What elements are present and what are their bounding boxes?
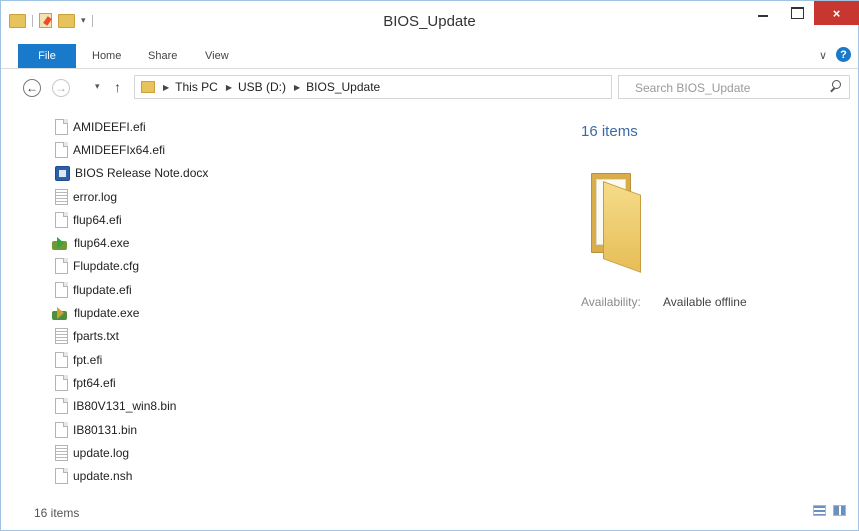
title-bar: ▾ BIOS_Update × bbox=[1, 1, 859, 41]
file-name: AMIDEEFI.efi bbox=[73, 119, 146, 134]
file-name: fpt64.efi bbox=[73, 375, 116, 390]
navigation-bar: ← → ▾ ↑ ▶ This PC ▶ USB (D:) ▶ BIOS_Upda… bbox=[1, 69, 858, 105]
file-item[interactable]: IB80131.bin bbox=[55, 418, 535, 441]
blank-file-icon bbox=[55, 374, 68, 391]
file-item[interactable]: error.log bbox=[55, 185, 535, 208]
address-bar[interactable]: ▶ This PC ▶ USB (D:) ▶ BIOS_Update ∨ ↻ bbox=[134, 75, 737, 99]
file-name: update.log bbox=[73, 445, 130, 460]
search-placeholder: Search BIOS_Update bbox=[635, 81, 751, 95]
file-item[interactable]: flupdate.exe bbox=[52, 301, 535, 324]
forward-button[interactable]: → bbox=[52, 79, 70, 97]
breadcrumb-this-pc[interactable]: This PC bbox=[175, 80, 218, 94]
blank-file-icon bbox=[55, 141, 68, 158]
minimize-button[interactable] bbox=[746, 1, 780, 25]
file-item[interactable]: AMIDEEFIx64.efi bbox=[55, 138, 535, 161]
blank-file-icon bbox=[55, 468, 68, 485]
blank-file-icon bbox=[55, 211, 68, 228]
file-item[interactable]: flupdate.efi bbox=[55, 278, 535, 301]
executable-icon bbox=[52, 306, 69, 321]
ribbon-tabs: File Home Share View ∨ ? bbox=[1, 41, 858, 69]
explorer-window: ▾ BIOS_Update × File Home Share View ∨ ?… bbox=[0, 0, 859, 531]
file-name: flupdate.exe bbox=[74, 306, 140, 321]
blank-file-icon bbox=[55, 351, 68, 368]
details-view-icon[interactable] bbox=[813, 505, 826, 516]
blank-file-icon bbox=[55, 398, 68, 415]
status-bar: 16 items bbox=[1, 499, 858, 530]
breadcrumb-separator-icon[interactable]: ▶ bbox=[294, 83, 300, 92]
details-item-count: 16 items bbox=[581, 123, 638, 140]
file-name: error.log bbox=[73, 189, 118, 204]
file-item[interactable]: fpt.efi bbox=[55, 348, 535, 371]
breadcrumb-separator-icon[interactable]: ▶ bbox=[163, 83, 169, 92]
up-arrow-icon[interactable]: ↑ bbox=[114, 79, 121, 95]
forward-arrow-icon: → bbox=[55, 81, 67, 95]
file-item[interactable]: fpt64.efi bbox=[55, 371, 535, 394]
blank-file-icon bbox=[55, 421, 68, 438]
folder-icon bbox=[141, 81, 155, 93]
file-name: Flupdate.cfg bbox=[73, 259, 140, 274]
file-name: fparts.txt bbox=[73, 329, 120, 344]
file-item[interactable]: flup64.efi bbox=[55, 208, 535, 231]
close-button[interactable]: × bbox=[814, 1, 859, 25]
blank-file-icon bbox=[55, 258, 68, 275]
file-name: BIOS Release Note.docx bbox=[75, 166, 209, 181]
file-item[interactable]: AMIDEEFI.efi bbox=[55, 115, 535, 138]
tab-share[interactable]: Share bbox=[148, 50, 177, 62]
back-button[interactable]: ← bbox=[23, 79, 41, 97]
breadcrumb-separator-icon[interactable]: ▶ bbox=[226, 83, 232, 92]
expand-ribbon-chevron-icon[interactable]: ∨ bbox=[819, 49, 827, 62]
file-item[interactable]: IB80V131_win8.bin bbox=[55, 395, 535, 418]
text-file-icon bbox=[55, 328, 68, 345]
text-file-icon bbox=[55, 188, 68, 205]
recent-locations-chevron-icon[interactable]: ▾ bbox=[95, 81, 100, 92]
large-icons-view-icon[interactable] bbox=[833, 505, 846, 516]
status-item-count: 16 items bbox=[34, 506, 80, 520]
blank-file-icon bbox=[55, 281, 68, 298]
availability-label: Availability: bbox=[581, 295, 641, 309]
file-name: flup64.efi bbox=[73, 212, 122, 227]
tab-file[interactable]: File bbox=[18, 44, 76, 68]
maximize-button[interactable] bbox=[780, 1, 814, 25]
file-item[interactable]: flup64.exe bbox=[52, 231, 535, 254]
maximize-icon bbox=[790, 7, 804, 19]
file-item[interactable]: update.log bbox=[55, 441, 535, 464]
search-icon[interactable] bbox=[830, 80, 841, 93]
search-input[interactable]: Search BIOS_Update bbox=[618, 75, 850, 99]
help-icon[interactable]: ? bbox=[836, 47, 851, 62]
text-file-icon bbox=[55, 444, 68, 461]
file-name: IB80V131_win8.bin bbox=[73, 399, 177, 414]
close-icon: × bbox=[832, 5, 841, 21]
breadcrumb-usb-drive[interactable]: USB (D:) bbox=[238, 80, 286, 94]
word-document-icon bbox=[55, 165, 70, 181]
tab-home[interactable]: Home bbox=[92, 50, 121, 62]
file-item[interactable]: update.nsh bbox=[55, 464, 535, 487]
back-arrow-icon: ← bbox=[26, 81, 38, 95]
file-name: update.nsh bbox=[73, 469, 133, 484]
folder-icon bbox=[591, 173, 647, 273]
file-name: IB80131.bin bbox=[73, 422, 138, 437]
file-list: AMIDEEFI.efi AMIDEEFIx64.efi BIOS Release … bbox=[52, 115, 535, 488]
file-item[interactable]: fparts.txt bbox=[55, 325, 535, 348]
file-name: flup64.exe bbox=[74, 236, 130, 251]
file-name: AMIDEEFIx64.efi bbox=[73, 142, 166, 157]
blank-file-icon bbox=[55, 118, 68, 135]
window-title: BIOS_Update bbox=[383, 13, 476, 30]
file-name: fpt.efi bbox=[73, 352, 103, 367]
file-item[interactable]: BIOS Release Note.docx bbox=[55, 162, 535, 185]
details-pane: 16 items Availability: Available offline bbox=[581, 115, 851, 495]
executable-icon bbox=[52, 236, 69, 251]
breadcrumb-bios-update[interactable]: BIOS_Update bbox=[306, 80, 380, 94]
availability-value: Available offline bbox=[663, 295, 747, 309]
file-item[interactable]: Flupdate.cfg bbox=[55, 255, 535, 278]
file-name: flupdate.efi bbox=[73, 282, 132, 297]
minimize-icon bbox=[758, 15, 768, 17]
tab-view[interactable]: View bbox=[205, 50, 229, 62]
